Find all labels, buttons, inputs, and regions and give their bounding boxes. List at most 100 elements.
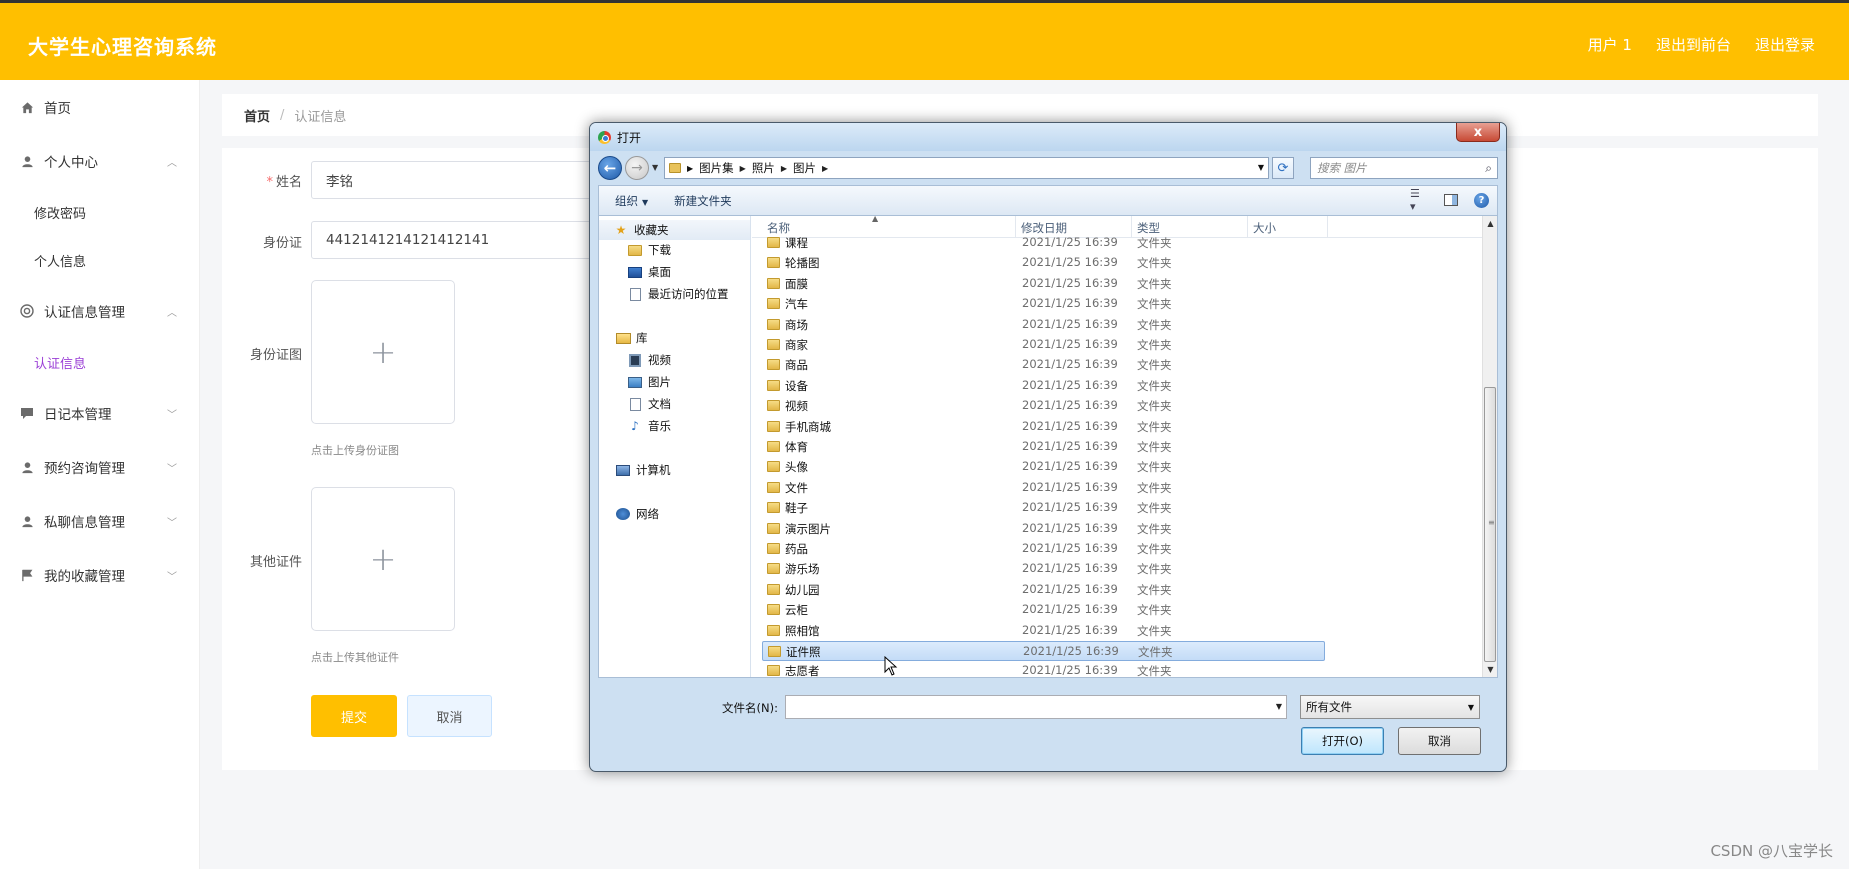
filename-dropdown-icon[interactable]: ▼: [1276, 702, 1282, 711]
name-input[interactable]: 李铭: [311, 161, 611, 199]
nav-recent-places[interactable]: 最近访问的位置: [627, 286, 729, 302]
chevron-down-icon: ﹀: [167, 518, 177, 529]
id-image-uploader[interactable]: +: [311, 280, 455, 424]
search-input[interactable]: 搜索 图片 ⌕: [1310, 157, 1498, 179]
address-dropdown-icon[interactable]: ▼: [1258, 163, 1264, 172]
file-type: 文件夹: [1137, 623, 1172, 638]
file-row[interactable]: 轮播图 2021/1/25 16:39 文件夹: [762, 253, 1325, 273]
folder-icon: [767, 604, 780, 616]
file-row[interactable]: 商品 2021/1/25 16:39 文件夹: [762, 355, 1325, 375]
file-type-filter[interactable]: 所有文件 ▼: [1300, 695, 1480, 719]
sidebar-item-home[interactable]: 首页: [0, 80, 199, 134]
back-arrow-icon[interactable]: ←: [598, 156, 622, 180]
nav-network[interactable]: 网络: [615, 506, 659, 522]
file-row[interactable]: 游乐场 2021/1/25 16:39 文件夹: [762, 559, 1325, 579]
address-crumb[interactable]: 图片 ▶: [793, 160, 828, 176]
file-type: 文件夹: [1137, 582, 1172, 597]
nav-videos[interactable]: 视频: [627, 352, 671, 368]
dialog-titlebar[interactable]: 打开 x: [590, 123, 1506, 151]
refresh-icon[interactable]: ⟳: [1272, 157, 1294, 179]
address-bar[interactable]: ▶ 图片集 ▶ 照片 ▶ 图片 ▶ ▼: [664, 157, 1269, 179]
music-icon: ♪: [631, 419, 639, 433]
exit-to-frontend-link[interactable]: 退出到前台: [1656, 34, 1731, 55]
dialog-close-button[interactable]: x: [1456, 123, 1500, 142]
address-crumb[interactable]: 图片集 ▶: [699, 160, 746, 176]
breadcrumb-home[interactable]: 首页: [244, 106, 270, 125]
file-row[interactable]: 头像 2021/1/25 16:39 文件夹: [762, 457, 1325, 477]
file-modified-date: 2021/1/25 16:39: [1022, 561, 1118, 576]
sidebar-item-certification-management[interactable]: 认证信息管理 ︿: [0, 284, 199, 338]
preview-pane-icon[interactable]: [1442, 192, 1460, 208]
dialog-cancel-button[interactable]: 取消: [1398, 727, 1481, 755]
id-number-input[interactable]: 4412141214121412141: [311, 221, 611, 259]
vertical-scrollbar[interactable]: ▲ ≡ ▼: [1482, 216, 1497, 677]
sidebar-item-personal-info[interactable]: 个人信息: [0, 236, 199, 284]
column-separator[interactable]: [1327, 216, 1328, 238]
organize-menu[interactable]: 组织 ▼: [615, 193, 648, 209]
folder-icon: [767, 461, 780, 473]
scrollbar-thumb[interactable]: ≡: [1484, 387, 1496, 662]
nav-pictures[interactable]: 图片: [627, 374, 671, 390]
scroll-down-icon[interactable]: ▼: [1483, 662, 1498, 677]
file-row[interactable]: 面膜 2021/1/25 16:39 文件夹: [762, 274, 1325, 294]
file-row[interactable]: 视频 2021/1/25 16:39 文件夹: [762, 396, 1325, 416]
file-row[interactable]: 课程 2021/1/25 16:39 文件夹: [762, 233, 1325, 253]
forward-arrow-icon[interactable]: →: [625, 156, 649, 180]
user-icon: [20, 514, 34, 528]
sidebar-item-label: 预约咨询管理: [44, 461, 125, 477]
file-row[interactable]: 证件照 2021/1/25 16:39 文件夹: [762, 641, 1325, 661]
view-options-icon[interactable]: ☰ ▾: [1410, 187, 1428, 213]
recent-locations-dropdown-icon[interactable]: ▼: [652, 163, 658, 172]
file-row[interactable]: 体育 2021/1/25 16:39 文件夹: [762, 437, 1325, 457]
nav-desktop[interactable]: 桌面: [627, 264, 671, 280]
search-icon[interactable]: ⌕: [1485, 161, 1492, 176]
file-row[interactable]: 云柜 2021/1/25 16:39 文件夹: [762, 600, 1325, 620]
file-row[interactable]: 照相馆 2021/1/25 16:39 文件夹: [762, 621, 1325, 641]
file-type: 文件夹: [1137, 542, 1172, 556]
sidebar-item-certification-info[interactable]: 认证信息: [0, 338, 199, 386]
file-row[interactable]: 药品 2021/1/25 16:39 文件夹: [762, 539, 1325, 559]
open-button[interactable]: 打开(O): [1301, 727, 1384, 755]
sidebar-item-change-password[interactable]: 修改密码: [0, 188, 199, 236]
submit-button[interactable]: 提交: [311, 695, 397, 737]
nav-computer[interactable]: 计算机: [615, 462, 671, 478]
file-type: 文件夹: [1137, 460, 1172, 475]
file-row[interactable]: 设备 2021/1/25 16:39 文件夹: [762, 376, 1325, 396]
plus-icon: +: [369, 540, 397, 578]
help-icon[interactable]: ?: [1474, 192, 1489, 208]
filename-input[interactable]: ▼: [785, 695, 1287, 719]
scroll-up-icon[interactable]: ▲: [1483, 216, 1498, 231]
nav-music[interactable]: ♪ 音乐: [627, 418, 671, 434]
nav-documents[interactable]: 文档: [627, 396, 671, 412]
file-row[interactable]: 演示图片 2021/1/25 16:39 文件夹: [762, 519, 1325, 539]
sidebar-item-diary-management[interactable]: 日记本管理 ﹀: [0, 386, 199, 440]
file-row[interactable]: 鞋子 2021/1/25 16:39 文件夹: [762, 498, 1325, 518]
watermark: CSDN @八宝学长: [1710, 842, 1833, 860]
file-modified-date: 2021/1/25 16:39: [1022, 255, 1118, 270]
filename-label: 文件名(N):: [722, 701, 778, 715]
other-doc-uploader[interactable]: +: [311, 487, 455, 631]
file-row[interactable]: 手机商城 2021/1/25 16:39 文件夹: [762, 417, 1325, 437]
new-folder-button[interactable]: 新建文件夹: [674, 193, 732, 209]
sidebar-item-personal-center[interactable]: 个人中心 ︿: [0, 134, 199, 188]
file-row[interactable]: 汽车 2021/1/25 16:39 文件夹: [762, 294, 1325, 314]
file-name: 轮播图: [785, 256, 820, 271]
file-row[interactable]: 文件 2021/1/25 16:39 文件夹: [762, 478, 1325, 498]
computer-icon: [615, 463, 631, 477]
file-row[interactable]: 志愿者 2021/1/25 16:39 文件夹: [762, 661, 1325, 677]
library-icon: [615, 331, 631, 345]
address-crumb[interactable]: 照片 ▶: [752, 160, 787, 176]
logout-link[interactable]: 退出登录: [1755, 34, 1815, 55]
nav-favorites[interactable]: ★ 收藏夹: [599, 220, 750, 240]
nav-libraries[interactable]: 库: [615, 330, 648, 346]
file-row[interactable]: 商场 2021/1/25 16:39 文件夹: [762, 315, 1325, 335]
nav-downloads[interactable]: 下载: [627, 242, 671, 258]
user-name-link[interactable]: 用户 1: [1588, 34, 1632, 55]
file-row[interactable]: 商家 2021/1/25 16:39 文件夹: [762, 335, 1325, 355]
chevron-down-icon: ﹀: [167, 410, 177, 421]
cancel-button[interactable]: 取消: [407, 695, 492, 737]
file-row[interactable]: 幼儿园 2021/1/25 16:39 文件夹: [762, 580, 1325, 600]
sidebar-item-private-message-management[interactable]: 私聊信息管理 ﹀: [0, 494, 199, 548]
sidebar-item-favorites-management[interactable]: 我的收藏管理 ﹀: [0, 548, 199, 602]
sidebar-item-appointment-management[interactable]: 预约咨询管理 ﹀: [0, 440, 199, 494]
